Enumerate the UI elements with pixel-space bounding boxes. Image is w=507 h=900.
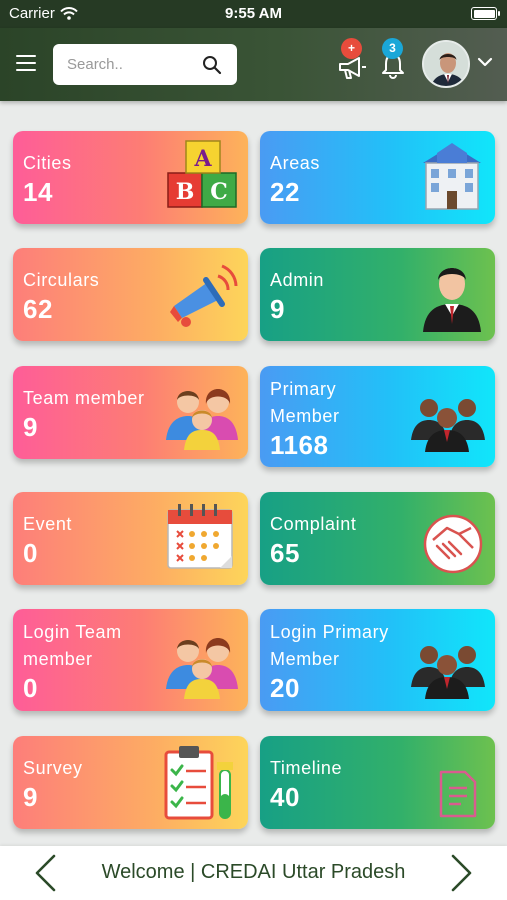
- notification-badge: 3: [382, 38, 403, 59]
- status-bar: Carrier 9:55 AM: [0, 0, 507, 28]
- calendar-icon: [167, 504, 233, 569]
- members-group-icon: [411, 646, 485, 699]
- battery-icon: [471, 7, 500, 20]
- tile-value: 20: [270, 673, 300, 703]
- tile-label: Login Team member: [23, 622, 122, 669]
- tile-team-member[interactable]: Team member 9: [13, 366, 248, 459]
- tile-label: Admin: [270, 270, 325, 290]
- family-group-icon: [166, 638, 238, 699]
- tile-circulars[interactable]: Circulars 62: [13, 248, 248, 341]
- hamburger-menu-icon[interactable]: [16, 55, 36, 71]
- tile-value: 0: [23, 538, 38, 568]
- document-icon: [439, 770, 477, 818]
- announcement-badge: +: [341, 38, 362, 59]
- tile-label: Timeline: [270, 758, 343, 778]
- family-group-icon: [166, 389, 238, 450]
- tile-label: Areas: [270, 153, 321, 173]
- svg-text:C: C: [210, 179, 228, 205]
- tile-label: Event: [23, 514, 73, 534]
- welcome-message: Welcome | CREDAI Uttar Pradesh: [101, 861, 406, 883]
- members-group-icon: [411, 399, 485, 452]
- tile-value: 22: [270, 177, 300, 207]
- tile-value: 9: [23, 782, 38, 812]
- tile-value: 65: [270, 538, 300, 568]
- tile-complaint[interactable]: Complaint 65: [260, 492, 495, 585]
- tile-value: 1168: [270, 430, 329, 460]
- tile-cities[interactable]: Cities 14 A B C: [13, 131, 248, 224]
- tile-login-team-member[interactable]: Login Team member 0: [13, 609, 248, 711]
- tile-label: Cities: [23, 153, 72, 173]
- tile-label: Login Primary Member: [270, 622, 389, 669]
- tile-label: Circulars: [23, 270, 100, 290]
- tile-primary-member[interactable]: Primary Member 1168: [260, 366, 495, 467]
- handshake-icon: [423, 514, 483, 574]
- tile-login-primary-member[interactable]: Login Primary Member 20: [260, 609, 495, 711]
- chevron-right-icon[interactable]: [449, 853, 475, 893]
- avatar[interactable]: [422, 40, 470, 88]
- tile-value: 14: [23, 177, 53, 207]
- tile-value: 9: [23, 412, 38, 442]
- tile-event[interactable]: Event 0: [13, 492, 248, 585]
- tile-survey[interactable]: Survey 9: [13, 736, 248, 829]
- search-box[interactable]: [53, 44, 237, 85]
- clock: 9:55 AM: [225, 5, 282, 22]
- tile-value: 9: [270, 294, 285, 324]
- tile-value: 0: [23, 673, 38, 703]
- tile-value: 40: [270, 782, 300, 812]
- footer-bar: Welcome | CREDAI Uttar Pradesh: [0, 846, 507, 900]
- building-icon: [423, 143, 481, 210]
- megaphone-icon: [170, 264, 238, 327]
- app-header: + 3: [0, 28, 507, 101]
- tile-admin[interactable]: Admin 9: [260, 248, 495, 341]
- search-input[interactable]: [67, 44, 197, 85]
- businessman-icon: [423, 268, 481, 332]
- tile-timeline[interactable]: Timeline 40: [260, 736, 495, 829]
- tile-label: Primary Member: [270, 379, 340, 426]
- abc-blocks-icon: A B C: [167, 140, 237, 208]
- svg-text:A: A: [193, 146, 212, 172]
- tile-label: Team member: [23, 388, 145, 408]
- tile-value: 62: [23, 294, 53, 324]
- tile-areas[interactable]: Areas 22: [260, 131, 495, 224]
- tile-label: Complaint: [270, 514, 357, 534]
- svg-text:B: B: [176, 179, 195, 205]
- tile-label: Survey: [23, 758, 83, 778]
- chevron-down-icon[interactable]: [477, 56, 493, 68]
- search-icon[interactable]: [202, 55, 222, 75]
- clipboard-checklist-icon: [164, 746, 233, 820]
